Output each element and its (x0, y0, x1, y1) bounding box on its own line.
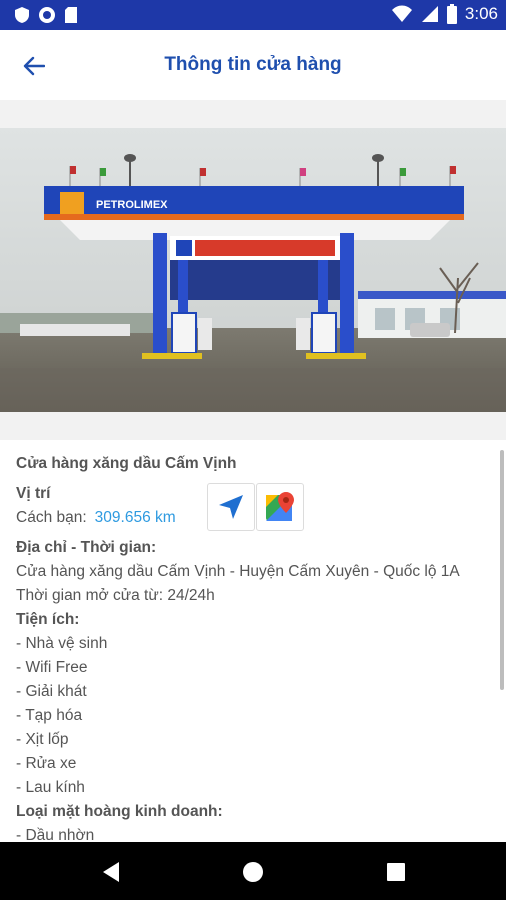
distance-value: 309.656 km (94, 509, 176, 526)
amenity-item: - Rửa xe (16, 755, 77, 772)
business-title: Loại mặt hoàng kinh doanh: (16, 803, 223, 820)
triangle-back-icon (103, 862, 119, 882)
google-maps-button[interactable] (256, 483, 304, 531)
amenity-item: - Wifi Free (16, 659, 88, 676)
scrollbar[interactable] (500, 450, 504, 690)
nav-recents-button[interactable] (376, 852, 416, 892)
amenity-item: - Xịt lốp (16, 731, 69, 748)
system-nav-bar (0, 842, 506, 900)
amenity-item: - Giải khát (16, 683, 87, 700)
square-recents-icon (387, 863, 405, 881)
notification-icons (14, 6, 78, 24)
page-title: Thông tin cửa hàng (164, 54, 342, 75)
amenity-item: - Nhà vệ sinh (16, 635, 108, 652)
sign-brand: PETROLIMEX (96, 199, 168, 211)
nav-home-button[interactable] (233, 852, 273, 892)
amenity-item: - Lau kính (16, 779, 85, 796)
address-title: Địa chỉ - Thời gian: (16, 539, 157, 556)
store-name: Cửa hàng xăng dầu Cấm Vịnh (16, 455, 237, 472)
sd-card-icon (65, 7, 77, 23)
store-photo: PETROLIMEX (0, 128, 506, 412)
status-bar: 3:06 (0, 0, 506, 30)
circle-home-icon (243, 862, 263, 882)
wifi-icon (391, 5, 412, 22)
shield-icon (15, 7, 29, 23)
battery-icon (446, 4, 457, 24)
nav-back-button[interactable] (91, 852, 131, 892)
record-icon (39, 7, 55, 23)
amenity-item: - Tạp hóa (16, 707, 83, 724)
app-bar: Thông tin cửa hàng (0, 30, 506, 101)
google-maps-icon (266, 492, 294, 521)
signal-icon (421, 6, 438, 22)
status-time: 3:06 (464, 4, 498, 23)
amenities-title: Tiện ích: (16, 611, 80, 628)
opening-hours: Thời gian mở cửa từ: 24/24h (16, 587, 215, 604)
address-text: Cửa hàng xăng dầu Cấm Vịnh - Huyện Cấm X… (16, 563, 460, 580)
distance-label: Cách bạn: (16, 509, 87, 526)
navigation-arrow-icon (219, 495, 243, 519)
system-icons: 3:06 (391, 4, 498, 24)
navigate-button[interactable] (207, 483, 255, 531)
